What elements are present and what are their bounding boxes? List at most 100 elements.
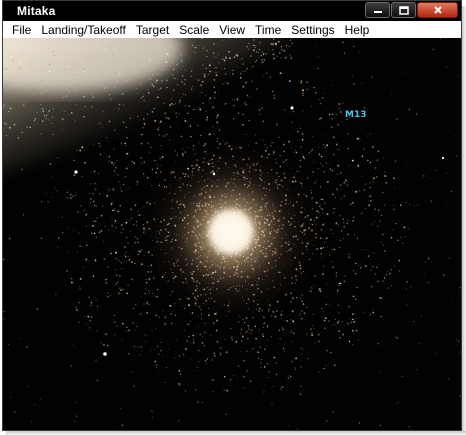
close-button[interactable] [417, 2, 458, 18]
star [446, 202, 448, 204]
cluster-star [291, 310, 294, 312]
star [82, 70, 85, 72]
star [285, 58, 287, 60]
star [26, 410, 28, 411]
star [42, 110, 45, 113]
menu-help[interactable]: Help [340, 22, 375, 38]
star [67, 251, 69, 253]
minimize-button[interactable] [365, 2, 390, 18]
menu-file[interactable]: File [7, 22, 36, 38]
star [181, 75, 184, 77]
cluster-star [214, 354, 216, 357]
cluster-star [397, 239, 399, 241]
object-label-m13[interactable]: M13 [345, 110, 366, 120]
star [168, 348, 170, 350]
cluster-star [322, 265, 325, 267]
star [353, 363, 355, 365]
star [160, 144, 162, 147]
star [396, 118, 398, 121]
star [38, 67, 40, 69]
cluster-star [164, 316, 167, 319]
star [52, 108, 54, 110]
cluster-star [88, 327, 90, 329]
star [9, 107, 12, 110]
cluster-star [344, 275, 346, 277]
menu-time[interactable]: Time [250, 22, 286, 38]
star [121, 39, 123, 40]
star [135, 183, 138, 186]
cluster-star [108, 155, 111, 158]
star [140, 346, 143, 348]
cluster-star [179, 373, 182, 375]
cluster-star [370, 269, 372, 271]
star [5, 254, 7, 256]
title-bar[interactable]: Mitaka [3, 1, 461, 21]
cluster-star [360, 212, 363, 215]
star [3, 258, 5, 261]
cluster-star [118, 108, 120, 110]
star [139, 346, 141, 348]
cluster-star [156, 295, 158, 298]
cluster-star [252, 347, 254, 350]
star [147, 290, 149, 291]
cluster-star [118, 181, 120, 183]
cluster-star [313, 284, 315, 286]
star [251, 81, 254, 83]
cluster-star [170, 313, 172, 315]
star [279, 52, 281, 54]
cluster-star [369, 195, 372, 198]
star [275, 42, 277, 45]
cluster-star [175, 112, 178, 115]
cluster-star [98, 231, 101, 234]
cluster-star [112, 188, 115, 191]
menu-scale[interactable]: Scale [174, 22, 214, 38]
cluster-star [353, 216, 355, 218]
star [17, 257, 18, 259]
cluster-star [344, 183, 346, 185]
cluster-star [326, 283, 328, 286]
cluster-star [338, 108, 340, 110]
star [335, 272, 338, 274]
star [130, 79, 132, 81]
cluster-star [306, 332, 308, 334]
star [317, 67, 319, 70]
cluster-star [105, 278, 107, 281]
star [325, 56, 326, 58]
cluster-star [376, 266, 378, 268]
cluster-star [318, 153, 321, 156]
star [445, 148, 447, 150]
star [131, 371, 133, 373]
cluster-star [277, 146, 279, 148]
cluster-star [75, 307, 77, 309]
cluster-star [276, 124, 278, 127]
cluster-star [108, 189, 110, 191]
menu-settings[interactable]: Settings [286, 22, 339, 38]
cluster-star [206, 116, 209, 119]
cluster-star [66, 270, 68, 272]
star [457, 75, 459, 77]
cluster-star [294, 368, 296, 370]
cluster-star [291, 340, 293, 342]
star [413, 421, 415, 423]
menu-view[interactable]: View [214, 22, 250, 38]
menu-target[interactable]: Target [131, 22, 174, 38]
menu-landing-takeoff[interactable]: Landing/Takeoff [36, 22, 131, 38]
cluster-star [237, 365, 240, 368]
star [144, 57, 146, 59]
cluster-star [132, 322, 134, 324]
cluster-star [178, 383, 180, 385]
star [392, 229, 394, 231]
star [176, 63, 178, 66]
space-viewport[interactable]: M13 [3, 38, 461, 430]
cluster-star [120, 189, 123, 192]
star [396, 403, 398, 405]
cluster-star [100, 214, 103, 217]
maximize-button[interactable] [391, 2, 416, 18]
cluster-star [165, 133, 168, 136]
cluster-star [343, 225, 346, 228]
star [33, 94, 35, 96]
cluster-star [242, 335, 244, 338]
star [305, 81, 307, 83]
star [225, 56, 226, 58]
cluster-star [102, 240, 104, 242]
